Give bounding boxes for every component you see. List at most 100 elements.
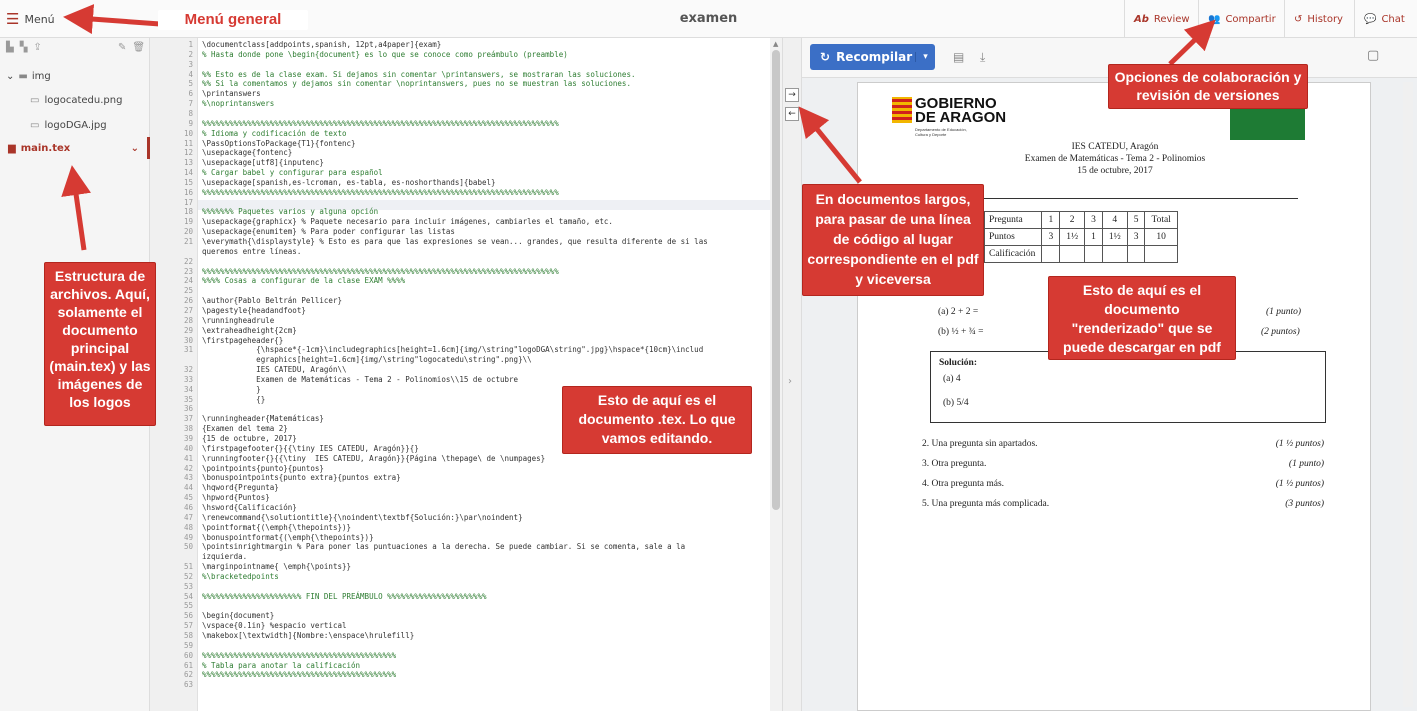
line-number: 50	[183, 542, 193, 552]
share-button[interactable]: 👥 Compartir	[1198, 0, 1284, 38]
code-line[interactable]: \pointpoints{punto}{puntos}	[202, 464, 324, 473]
file-item[interactable]: ▭ logocatedu.png	[0, 89, 150, 111]
collapse-pane-icon[interactable]: ›	[788, 376, 792, 387]
code-line[interactable]: %% Si la comentamos y dejamos sin coment…	[202, 79, 631, 88]
code-line[interactable]: \documentclass[addpoints,spanish, 12pt,a…	[202, 40, 441, 49]
code-line[interactable]: % Tabla para anotar la calificación	[202, 661, 360, 670]
recompile-button[interactable]: ↻ Recompilar ▾	[810, 44, 935, 70]
editor-scrollbar-thumb[interactable]	[772, 50, 780, 510]
code-line[interactable]: \pagestyle{headandfoot}	[202, 306, 306, 315]
code-line[interactable]: \bonuspointpoints{punto extra}{puntos ex…	[202, 473, 401, 482]
code-line[interactable]: \pointsinrightmargin % Para poner las pu…	[202, 542, 685, 551]
code-editor[interactable]: \documentclass[addpoints,spanish, 12pt,a…	[198, 38, 770, 711]
code-line[interactable]: \runningheader{Matemáticas}	[202, 414, 324, 423]
code-line[interactable]: %%%%%%%%%%%%%%%%%%%%%%%%%%%%%%%%%%%%%%%%…	[202, 670, 396, 679]
pencil-icon[interactable]: ✎	[118, 42, 126, 53]
code-line[interactable]: egraphics[height=1.6cm]{img/\string"logo…	[202, 355, 531, 364]
sync-to-pdf-button[interactable]: →	[785, 88, 799, 102]
pdf-scrollbar[interactable]	[1403, 82, 1413, 707]
code-line[interactable]: %% Esto es de la clase exam. Si dejamos …	[202, 70, 635, 79]
code-line[interactable]: % Hasta donde pone \begin{document} es l…	[202, 50, 568, 59]
code-line[interactable]: {Examen del tema 2}	[202, 424, 288, 433]
code-line[interactable]: \usepackage{graphicx} % Paquete necesari…	[202, 217, 613, 226]
code-line[interactable]: \usepackage{fontenc}	[202, 148, 292, 157]
line-number: 61	[183, 660, 193, 670]
line-number: 9	[188, 118, 193, 128]
code-line[interactable]: \hpword{Puntos}	[202, 493, 270, 502]
table-cell: 1½	[1101, 228, 1128, 246]
code-line[interactable]: \hsword{Calificación}	[202, 503, 297, 512]
code-line[interactable]: % Cargar babel y configurar para español	[202, 168, 383, 177]
code-line[interactable]: \marginpointname{ \emph{\points}}	[202, 562, 351, 571]
code-line[interactable]: \makebox[\textwidth]{Nombre:\enspace\hru…	[202, 631, 414, 640]
review-button[interactable]: Ab Review	[1124, 0, 1198, 38]
code-line[interactable]: {}	[202, 395, 265, 404]
code-line[interactable]: \author{Pablo Beltrán Pellicer}	[202, 296, 342, 305]
file-item-main[interactable]: ▆ main.tex ⌄	[0, 137, 150, 159]
line-number: 55	[183, 601, 193, 611]
code-line[interactable]: \runningheadrule	[202, 316, 274, 325]
code-line[interactable]: \PassOptionsToPackage{T1}{fontenc}	[202, 139, 356, 148]
line-number: 32	[183, 365, 193, 375]
new-file-icon[interactable]: ▙	[6, 42, 14, 53]
sync-to-code-button[interactable]: ←	[785, 107, 799, 121]
code-line[interactable]: \pointformat{(\emph{\thepoints})}	[202, 523, 351, 532]
code-line[interactable]: %%%% Cosas a configurar de la clase EXAM…	[202, 276, 405, 285]
code-line[interactable]: %%%%%%%%%%%%%%%%%%%%%%%%%%%%%%%%%%%%%%%%…	[202, 119, 559, 128]
code-line[interactable]: {\hspace*{-1cm}\includegraphics[height=1…	[202, 345, 703, 354]
code-line[interactable]: \vspace{0.1in} %espacio vertical	[202, 621, 347, 630]
table-cell: 4	[1101, 211, 1128, 229]
question-1b: (b) ½ + ¾ =	[938, 327, 984, 337]
grades-table: Pregunta 1 2 3 4 5 Total Puntos 3 1½ 1 1½ 3 10 Calific…	[983, 211, 1178, 263]
code-line[interactable]: \hqword{Pregunta}	[202, 483, 279, 492]
code-line[interactable]: \firstpagefooter{}{{\tiny IES CATEDU, Ar…	[202, 444, 419, 453]
code-line[interactable]: %\noprintanswers	[202, 99, 274, 108]
log-icon[interactable]: ▤	[953, 50, 964, 64]
code-line[interactable]: queremos entre líneas.	[202, 247, 301, 256]
line-number: 63	[183, 680, 193, 690]
code-line[interactable]: IES CATEDU, Aragón\\	[202, 365, 346, 374]
code-line[interactable]: izquierda.	[202, 552, 247, 561]
code-line[interactable]: \everymath{\displaystyle} % Esto es para…	[202, 237, 708, 246]
code-line[interactable]: {15 de octubre, 2017}	[202, 434, 297, 443]
download-icon[interactable]: ⤓	[980, 50, 985, 65]
line-number: 5	[188, 79, 193, 89]
code-line[interactable]: \renewcommand{\solutiontitle}{\noindent\…	[202, 513, 523, 522]
up-arrow-icon[interactable]: ↑	[80, 0, 89, 38]
code-line[interactable]: \bonuspointformat{(\emph{\thepoints})}	[202, 533, 374, 542]
code-line[interactable]: %%%%%%% Paquetes varios y alguna opción	[202, 207, 378, 216]
code-line[interactable]: \usepackage[utf8]{inputenc}	[202, 158, 324, 167]
table-cell: 3	[1126, 228, 1146, 246]
code-line[interactable]: %%%%%%%%%%%%%%%%%%%%%% FIN DEL PREÁMBULO…	[202, 592, 486, 601]
code-line[interactable]: Examen de Matemáticas - Tema 2 - Polinom…	[202, 375, 518, 384]
table-cell: Pregunta	[983, 211, 1043, 229]
line-number: 42	[183, 463, 193, 473]
code-line[interactable]: \runningfooter{}{{\tiny IES CATEDU, Arag…	[202, 454, 545, 463]
line-number: 25	[183, 286, 193, 296]
code-line[interactable]: \begin{document}	[202, 611, 274, 620]
menu-button[interactable]: ☰ Menú	[6, 0, 55, 38]
code-line[interactable]: }	[202, 385, 261, 394]
code-line[interactable]: %%%%%%%%%%%%%%%%%%%%%%%%%%%%%%%%%%%%%%%%…	[202, 267, 559, 276]
code-line[interactable]: \printanswers	[202, 89, 261, 98]
trash-icon[interactable]: 🗑	[132, 42, 145, 53]
code-line[interactable]: % Idioma y codificación de texto	[202, 129, 347, 138]
code-line[interactable]: \usepackage{enumitem} % Para poder confi…	[202, 227, 455, 236]
scroll-up-icon[interactable]: ▲	[773, 40, 778, 48]
history-button[interactable]: ↺ History	[1284, 0, 1354, 38]
maximize-icon[interactable]: ▢	[1367, 48, 1379, 63]
code-line[interactable]: %%%%%%%%%%%%%%%%%%%%%%%%%%%%%%%%%%%%%%%%…	[202, 188, 559, 197]
code-line[interactable]: \extraheadheight{2cm}	[202, 326, 297, 335]
upload-icon[interactable]: ⇪	[33, 42, 41, 53]
code-line[interactable]: \usepackage[spanish,es-lcroman, es-tabla…	[202, 178, 496, 187]
recompile-dropdown-icon[interactable]: ▾	[915, 52, 935, 62]
code-line[interactable]: %\bracketedpoints	[202, 572, 279, 581]
code-line[interactable]: \firstpageheader{}	[202, 336, 283, 345]
folder-img[interactable]: ⌄ ▬ img	[0, 65, 150, 87]
aragon-flag-logo	[892, 97, 912, 123]
chat-button[interactable]: 💬 Chat	[1354, 0, 1417, 38]
file-item[interactable]: ▭ logoDGA.jpg	[0, 114, 150, 136]
new-folder-icon[interactable]: ▚	[20, 42, 28, 53]
code-line[interactable]: %%%%%%%%%%%%%%%%%%%%%%%%%%%%%%%%%%%%%%%%…	[202, 651, 396, 660]
chevron-down-icon[interactable]: ⌄	[131, 143, 139, 154]
